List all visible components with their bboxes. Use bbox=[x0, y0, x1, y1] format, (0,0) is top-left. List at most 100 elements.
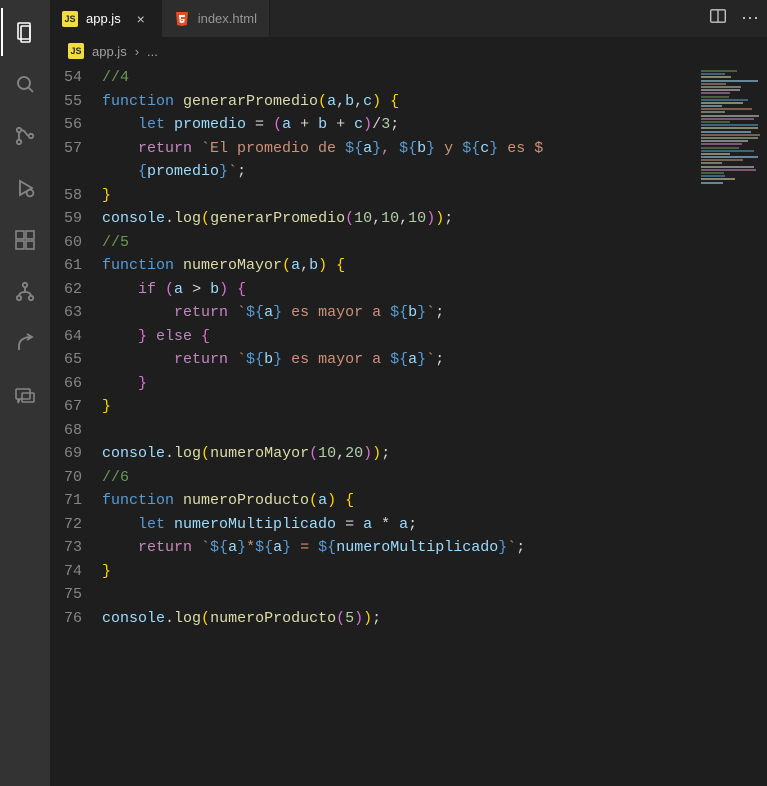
js-file-icon: JS bbox=[62, 11, 78, 27]
code-content: console.log(numeroMayor(10,20)); bbox=[102, 442, 390, 466]
share-icon[interactable] bbox=[1, 320, 49, 368]
minimap-line bbox=[701, 96, 729, 98]
minimap-line bbox=[701, 153, 730, 155]
minimap-line bbox=[701, 102, 743, 104]
code-content: } bbox=[102, 372, 147, 396]
code-line[interactable]: 63 return `${a} es mayor a ${b}`; bbox=[50, 301, 697, 325]
code-line[interactable]: 72 let numeroMultiplicado = a * a; bbox=[50, 513, 697, 537]
code-editor[interactable]: 54//455function generarPromedio(a,b,c) {… bbox=[50, 64, 697, 786]
comment-icon[interactable] bbox=[1, 372, 49, 420]
activity-bar bbox=[0, 0, 50, 786]
line-number: 62 bbox=[50, 278, 102, 302]
git-graph-icon[interactable] bbox=[1, 268, 49, 316]
minimap-line bbox=[701, 131, 751, 133]
code-content: function generarPromedio(a,b,c) { bbox=[102, 90, 399, 114]
code-line[interactable]: 65 return `${b} es mayor a ${a}`; bbox=[50, 348, 697, 372]
line-number: 67 bbox=[50, 395, 102, 419]
close-icon[interactable]: × bbox=[133, 11, 149, 27]
code-line[interactable]: 62 if (a > b) { bbox=[50, 278, 697, 302]
minimap-line bbox=[701, 169, 756, 171]
source-control-icon[interactable] bbox=[1, 112, 49, 160]
code-line[interactable]: 55function generarPromedio(a,b,c) { bbox=[50, 90, 697, 114]
search-icon[interactable] bbox=[1, 60, 49, 108]
minimap-line bbox=[701, 162, 722, 164]
code-line[interactable]: 59console.log(generarPromedio(10,10,10))… bbox=[50, 207, 697, 231]
code-line[interactable]: 68 bbox=[50, 419, 697, 443]
code-line[interactable]: 70//6 bbox=[50, 466, 697, 490]
line-number: 65 bbox=[50, 348, 102, 372]
line-number: 63 bbox=[50, 301, 102, 325]
minimap-line bbox=[701, 80, 758, 82]
minimap-line bbox=[701, 76, 731, 78]
code-line[interactable]: 73 return `${a}*${a} = ${numeroMultiplic… bbox=[50, 536, 697, 560]
line-number: 55 bbox=[50, 90, 102, 114]
code-line[interactable]: {promedio}`; bbox=[50, 160, 697, 184]
code-line[interactable]: 54//4 bbox=[50, 66, 697, 90]
tab-label: index.html bbox=[198, 11, 257, 26]
code-line[interactable]: 69console.log(numeroMayor(10,20)); bbox=[50, 442, 697, 466]
minimap-line bbox=[701, 105, 722, 107]
code-content: } else { bbox=[102, 325, 210, 349]
code-content: let promedio = (a + b + c)/3; bbox=[102, 113, 399, 137]
minimap-line bbox=[701, 124, 758, 126]
line-number: 70 bbox=[50, 466, 102, 490]
code-line[interactable]: 66 } bbox=[50, 372, 697, 396]
minimap-line bbox=[701, 140, 748, 142]
code-content: {promedio}`; bbox=[102, 160, 246, 184]
code-line[interactable]: 67} bbox=[50, 395, 697, 419]
run-debug-icon[interactable] bbox=[1, 164, 49, 212]
extensions-icon[interactable] bbox=[1, 216, 49, 264]
minimap-line bbox=[701, 178, 735, 180]
line-number: 64 bbox=[50, 325, 102, 349]
code-content: return `${a} es mayor a ${b}`; bbox=[102, 301, 444, 325]
code-content: } bbox=[102, 395, 111, 419]
minimap-line bbox=[701, 89, 740, 91]
line-number: 54 bbox=[50, 66, 102, 90]
line-number: 60 bbox=[50, 231, 102, 255]
code-line[interactable]: 58} bbox=[50, 184, 697, 208]
minimap-line bbox=[701, 137, 758, 139]
code-line[interactable]: 71function numeroProducto(a) { bbox=[50, 489, 697, 513]
line-number bbox=[50, 160, 102, 184]
code-line[interactable]: 57 return `El promedio de ${a}, ${b} y $… bbox=[50, 137, 697, 161]
minimap-line bbox=[701, 166, 754, 168]
minimap-line bbox=[701, 175, 725, 177]
chevron-right-icon: › bbox=[135, 44, 139, 59]
minimap-line bbox=[701, 70, 737, 72]
code-line[interactable]: 76console.log(numeroProducto(5)); bbox=[50, 607, 697, 631]
code-content: } bbox=[102, 560, 111, 584]
line-number: 74 bbox=[50, 560, 102, 584]
more-actions-icon[interactable]: ⋯ bbox=[741, 8, 761, 29]
line-number: 66 bbox=[50, 372, 102, 396]
code-content: if (a > b) { bbox=[102, 278, 246, 302]
minimap-line bbox=[701, 156, 758, 158]
line-number: 59 bbox=[50, 207, 102, 231]
code-content: console.log(generarPromedio(10,10,10)); bbox=[102, 207, 453, 231]
vertical-scrollbar[interactable] bbox=[753, 64, 767, 786]
code-content: function numeroMayor(a,b) { bbox=[102, 254, 345, 278]
editor-row: 54//455function generarPromedio(a,b,c) {… bbox=[50, 64, 767, 786]
code-line[interactable]: 74} bbox=[50, 560, 697, 584]
code-content: console.log(numeroProducto(5)); bbox=[102, 607, 381, 631]
code-line[interactable]: 60//5 bbox=[50, 231, 697, 255]
minimap-line bbox=[701, 182, 723, 184]
minimap-line bbox=[701, 127, 758, 129]
code-line[interactable]: 64 } else { bbox=[50, 325, 697, 349]
code-content: return `${a}*${a} = ${numeroMultiplicado… bbox=[102, 536, 525, 560]
code-line[interactable]: 75 bbox=[50, 583, 697, 607]
code-line[interactable]: 56 let promedio = (a + b + c)/3; bbox=[50, 113, 697, 137]
line-number: 76 bbox=[50, 607, 102, 631]
breadcrumb[interactable]: JS app.js › ... bbox=[50, 38, 767, 64]
tab-actions: ⋯ bbox=[709, 0, 761, 37]
tab-index-html[interactable]: index.html bbox=[162, 0, 270, 37]
split-editor-icon[interactable] bbox=[709, 7, 727, 30]
minimap-line bbox=[701, 99, 748, 101]
minimap-line bbox=[701, 118, 754, 120]
explorer-icon[interactable] bbox=[1, 8, 49, 56]
minimap-line bbox=[701, 73, 725, 75]
code-content: //5 bbox=[102, 231, 129, 255]
line-number: 73 bbox=[50, 536, 102, 560]
breadcrumb-trail: ... bbox=[147, 44, 158, 59]
code-line[interactable]: 61function numeroMayor(a,b) { bbox=[50, 254, 697, 278]
tab-app-js[interactable]: JSapp.js× bbox=[50, 0, 162, 37]
